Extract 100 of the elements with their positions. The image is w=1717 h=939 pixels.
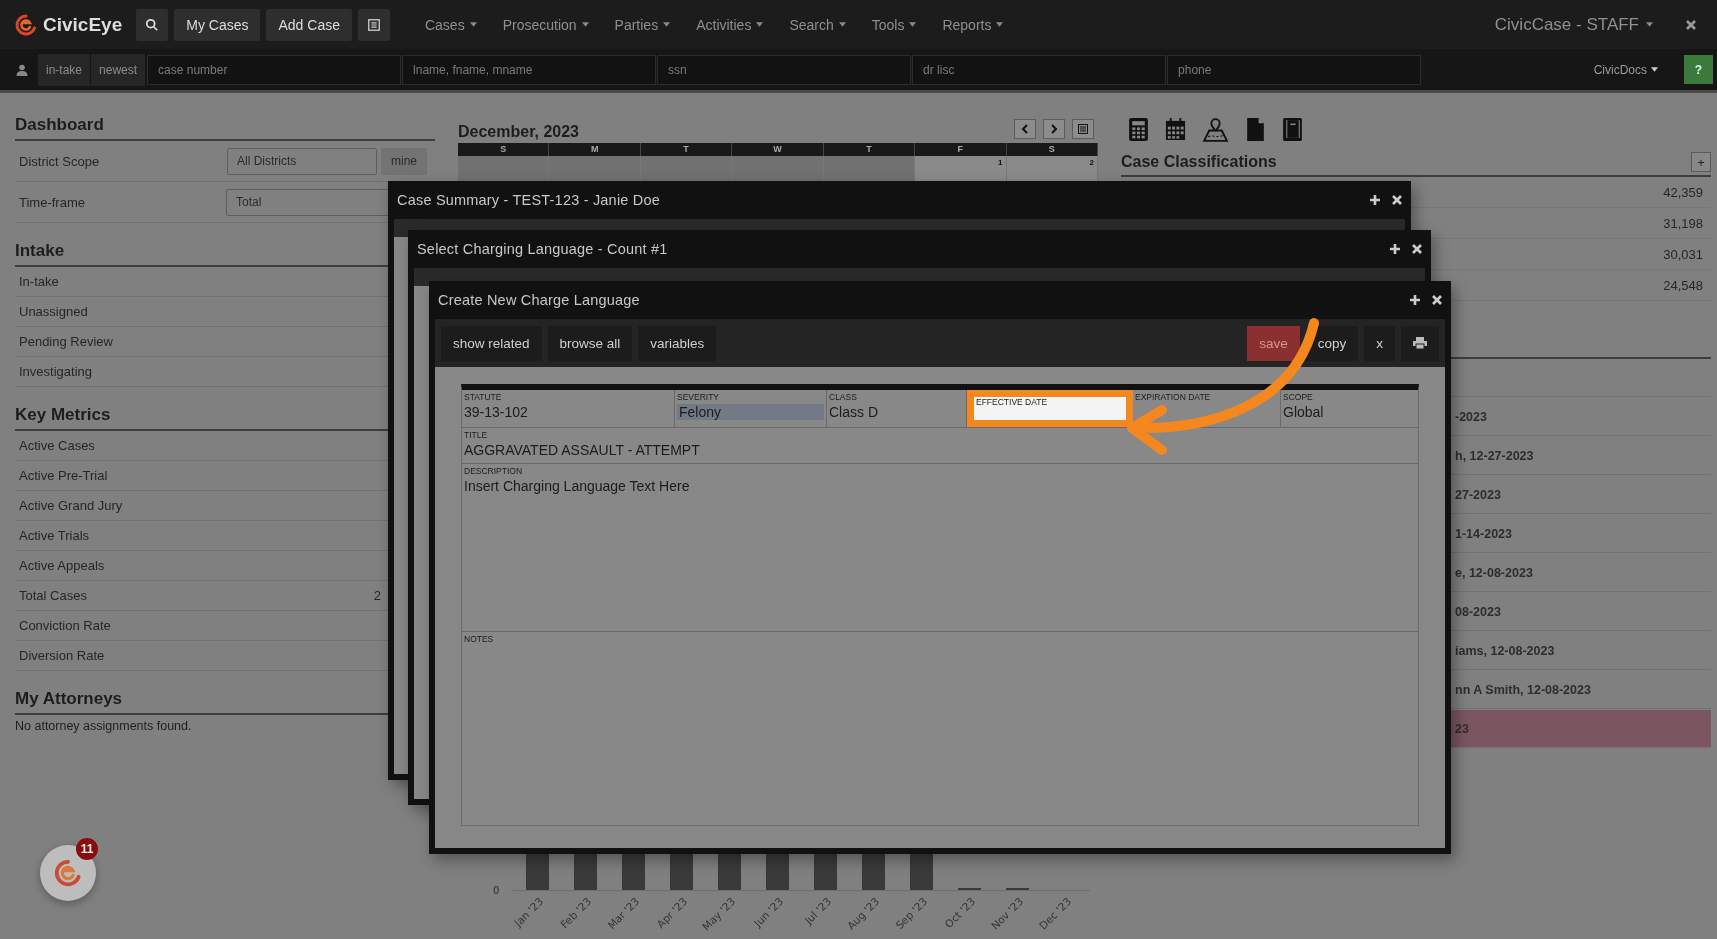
calendar-day[interactable] [458, 156, 550, 182]
section-title: Dashboard [15, 115, 435, 141]
axis-label: Mar '23 [605, 894, 642, 932]
toolbar-button[interactable]: variables [638, 325, 717, 361]
chevron-right-icon [1050, 124, 1058, 134]
caret-icon [1651, 67, 1658, 72]
metric-label: Diversion Rate [19, 648, 105, 663]
search-field[interactable]: lname, fname, mname [402, 54, 657, 85]
nav-button[interactable]: My Cases [174, 8, 261, 41]
expand-icon[interactable] [1389, 243, 1401, 255]
docs-menu[interactable]: CivicDocs [1587, 61, 1664, 78]
caret-icon [756, 22, 764, 27]
search-field[interactable]: phone [1167, 54, 1422, 85]
calendar-day[interactable] [823, 156, 916, 182]
nav-button[interactable]: Add Case [266, 8, 352, 41]
menu-item[interactable]: Prosecution [489, 8, 602, 41]
filter-button[interactable]: mine [381, 147, 427, 175]
calendar-day[interactable] [640, 156, 733, 182]
list-icon [366, 17, 381, 32]
menu-item[interactable]: Search [776, 8, 859, 41]
metric-label: Active Appeals [19, 558, 105, 573]
metric-value: 2 [373, 588, 381, 603]
filter-button[interactable]: in-take [38, 53, 91, 86]
search-field[interactable]: case number [147, 54, 402, 85]
menu-item[interactable]: Tools [858, 8, 930, 41]
metric-label: Conviction Rate [19, 618, 111, 633]
toolbar-button[interactable]: show related [441, 325, 542, 361]
close-icon [1685, 18, 1697, 31]
count-value: 30,031 [1663, 246, 1703, 262]
expand-icon[interactable] [1409, 294, 1421, 306]
list-button[interactable] [357, 8, 390, 41]
field-value: AGGRAVATED ASSAULT - ATTEMPT [464, 442, 701, 458]
calendar-day[interactable]: 2 [1006, 156, 1098, 182]
menu-item[interactable]: Parties [601, 8, 684, 41]
date-field[interactable]: EFFECTIVE DATE [967, 390, 1133, 427]
axis-label: Jan '23 [511, 894, 546, 929]
calendar-day[interactable]: 1 [915, 156, 1007, 182]
notification-badge: 11 [76, 838, 98, 860]
field-label: TITLE [464, 430, 489, 440]
axis-label: Feb '23 [557, 894, 594, 931]
axis-label: Apr '23 [654, 894, 690, 931]
setting-label: District Scope [19, 153, 101, 169]
toolbar-button[interactable]: browse all [547, 325, 633, 361]
weekday-header: S [458, 143, 550, 156]
caret-icon [469, 22, 477, 27]
weekday-header: F [915, 143, 1007, 156]
field-label: NOTES [464, 634, 495, 644]
caret-icon [581, 22, 589, 27]
field-value: Global [1283, 404, 1325, 420]
close-icon[interactable] [1431, 294, 1443, 306]
calendar-icon[interactable] [1165, 117, 1186, 142]
weekday-header: W [732, 143, 824, 156]
menu-item[interactable]: Activities [683, 8, 777, 41]
window-title: Create New Charge Language [438, 292, 640, 308]
book-icon[interactable] [1282, 117, 1303, 142]
save-button[interactable]: save [1247, 325, 1300, 361]
list-icon [1078, 124, 1088, 134]
clear-button[interactable]: x [1364, 325, 1395, 361]
metric-label: In-take [19, 274, 59, 289]
field-label: EXPIRATION DATE [1135, 392, 1212, 402]
menu-item[interactable]: Reports [929, 8, 1017, 41]
logo-icon [53, 858, 83, 888]
previous-button[interactable] [1014, 119, 1036, 139]
caret-icon [663, 22, 671, 27]
field-value: 39-13-102 [464, 404, 529, 420]
calendar-day[interactable] [732, 156, 824, 182]
count-value: 24,548 [1663, 277, 1703, 293]
caret-icon [838, 22, 846, 27]
field-label: EFFECTIVE DATE [976, 397, 1049, 407]
printer-icon [1413, 337, 1427, 349]
map-pin-icon[interactable] [1202, 117, 1229, 142]
axis-label: Jul '23 [802, 894, 834, 927]
assistant-button[interactable] [40, 845, 96, 901]
calendar-day[interactable] [549, 156, 641, 182]
search-field[interactable]: ssn [657, 54, 912, 85]
dropdown[interactable]: All Districts [227, 147, 377, 175]
menu-item[interactable]: Cases [411, 8, 490, 41]
metric-label: Total Cases [19, 588, 87, 603]
close-icon[interactable] [1411, 243, 1423, 255]
list-view-button[interactable] [1072, 119, 1094, 139]
weekday-header: T [640, 143, 733, 156]
search-button[interactable] [136, 8, 169, 41]
caret-icon [1646, 22, 1653, 27]
filter-button[interactable]: newest [91, 53, 146, 86]
add-button[interactable]: + [1691, 152, 1711, 172]
metric-label: Investigating [19, 364, 92, 379]
field-label: SCOPE [1283, 392, 1314, 402]
help-button[interactable]: ? [1684, 55, 1713, 84]
expand-icon[interactable] [1369, 194, 1381, 206]
metric-label: Pending Review [19, 334, 113, 349]
account-menu[interactable]: CivicCase - STAFF [1488, 13, 1659, 36]
empty-message: No attorney assignments found. [15, 719, 193, 733]
print-button[interactable] [1401, 325, 1439, 361]
calculator-icon[interactable] [1128, 117, 1149, 142]
weekday-header: S [1006, 143, 1098, 156]
search-field[interactable]: dr lisc [912, 54, 1167, 85]
person-icon [16, 63, 28, 76]
document-icon[interactable] [1245, 117, 1266, 142]
next-button[interactable] [1043, 119, 1065, 139]
close-icon[interactable] [1391, 194, 1403, 206]
